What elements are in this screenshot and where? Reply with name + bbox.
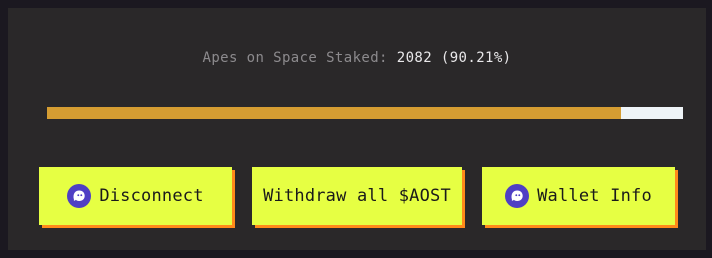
ghost-wallet-icon — [505, 184, 530, 208]
staked-stats: Apes on Space Staked: 2082 (90.21%) — [8, 48, 706, 68]
withdraw-all-button[interactable]: Withdraw all $AOST — [252, 167, 462, 225]
ghost-wallet-icon — [67, 184, 92, 208]
staking-panel: Apes on Space Staked: 2082 (90.21%) Disc… — [8, 8, 706, 250]
staked-progress-bar — [47, 107, 683, 119]
wallet-info-label: Wallet Info — [537, 186, 652, 206]
disconnect-button[interactable]: Disconnect — [39, 167, 232, 225]
wallet-info-button-wrap: Wallet Info — [482, 167, 678, 228]
disconnect-button-wrap: Disconnect — [39, 167, 235, 228]
withdraw-label: Withdraw all $AOST — [263, 186, 451, 206]
staked-label: Apes on Space Staked: — [202, 50, 388, 66]
withdraw-button-wrap: Withdraw all $AOST — [252, 167, 465, 228]
disconnect-label: Disconnect — [99, 186, 204, 206]
staked-value: 2082 (90.21%) — [396, 50, 512, 66]
wallet-info-button[interactable]: Wallet Info — [482, 167, 675, 225]
staked-progress-fill — [47, 107, 621, 119]
